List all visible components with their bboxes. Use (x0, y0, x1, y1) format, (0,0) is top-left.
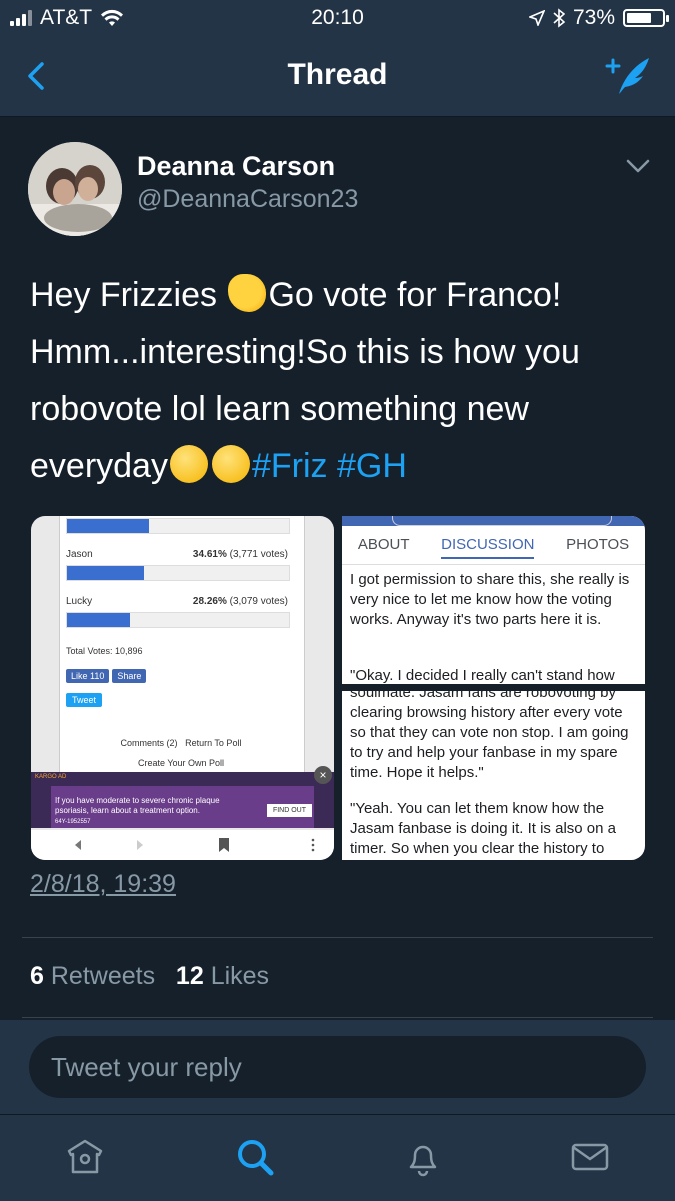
poll-row: Jason 34.61% (3,771 votes) (66, 549, 296, 581)
reply-input[interactable] (29, 1036, 646, 1098)
poll-option-name: Lucky (66, 596, 93, 607)
page-title: Thread (287, 58, 388, 91)
retweets-stat[interactable]: 6 Retweets (30, 962, 155, 990)
create-poll-link: Create Your Own Poll (137, 758, 225, 768)
tab-bar (0, 1114, 675, 1201)
facebook-share-button: Share (112, 669, 147, 683)
tweet-text: Hey Frizzies Go vote for Franco! Hmm...i… (30, 267, 650, 495)
fb-post-text-4: "Yeah. You can let them know how the Jas… (350, 800, 616, 857)
poll-row: Lucky 28.26% (3,079 votes) (66, 596, 296, 628)
avatar-image (28, 142, 122, 236)
hashtag-friz[interactable]: #Friz (252, 447, 328, 485)
poll-bar (66, 518, 290, 534)
facebook-like-button: Like 110 (66, 669, 110, 683)
poll-option-result: 28.26% (3,079 votes) (192, 596, 288, 607)
battery-icon (623, 9, 669, 27)
poll-option-name: Jason (66, 549, 93, 560)
poll-total: Total Votes: 10,896 (66, 646, 143, 656)
fb-tab-discussion: DISCUSSION (441, 536, 535, 559)
navigation-bar: Thread (0, 38, 675, 117)
home-icon[interactable] (63, 1135, 107, 1179)
tweet-stats: 6 Retweets 12 Likes (30, 962, 269, 991)
tweet-timestamp[interactable]: 2/8/18, 19:39 (30, 870, 176, 899)
tweet-image-discussion-top[interactable]: Search in Liason...the tr... ABOUT DISCU… (342, 516, 645, 684)
poll-bar (66, 565, 290, 581)
location-icon (528, 10, 545, 26)
smiling-face-emoji-icon (211, 445, 250, 483)
ad-brand: KARGO AD (35, 774, 67, 780)
author-name[interactable]: Deanna Carson (137, 151, 335, 182)
tweet-image-discussion-bottom[interactable]: soulmate. Jasam fans are robovoting by c… (342, 691, 645, 860)
avatar[interactable] (28, 142, 122, 236)
fb-post-text: I got permission to share this, she real… (350, 571, 630, 628)
status-bar: AT&T 20:10 73% (0, 0, 675, 38)
waving-hand-emoji-icon (228, 274, 267, 312)
poll-bar (66, 612, 290, 628)
smirking-face-emoji-icon (169, 445, 208, 483)
hashtag-gh[interactable]: #GH (337, 447, 407, 485)
caret-down-icon[interactable] (625, 157, 651, 175)
reply-bar (0, 1020, 675, 1114)
status-bar-right: 73% (528, 6, 669, 30)
battery-percent: 73% (572, 6, 615, 29)
social-buttons: Like 110 Share (66, 669, 296, 683)
messages-icon[interactable] (568, 1135, 612, 1179)
notifications-icon[interactable] (401, 1135, 445, 1179)
browser-toolbar-icons (75, 838, 315, 852)
poll-card: Jason 34.61% (3,771 votes) Lucky 28.26% … (59, 516, 305, 788)
fb-tabs: ABOUT DISCUSSION PHOTOS (342, 536, 645, 559)
ad-banner: KARGO AD If you have moderate to severe … (31, 766, 334, 828)
fb-post-text-cut: soulmate. Jasam fans are robovoting by (350, 691, 616, 701)
fb-tab-photos: PHOTOS (566, 536, 630, 553)
fb-tab-about: ABOUT (357, 536, 410, 553)
search-icon[interactable] (233, 1135, 277, 1179)
twitter-tweet-button: Tweet (66, 693, 103, 707)
ad-find-out-button: FIND OUT (266, 804, 312, 817)
close-icon: × (314, 766, 332, 784)
bluetooth-icon (553, 8, 565, 28)
browser-toolbar (31, 830, 334, 860)
fb-post-text-3: clearing browsing history after every vo… (350, 704, 629, 781)
compose-tweet-icon[interactable] (603, 52, 653, 98)
tweet-button-row: Tweet (66, 693, 296, 707)
ad-text: If you have moderate to severe chronic p… (55, 796, 220, 825)
poll-option-result: 34.61% (3,771 votes) (192, 549, 288, 560)
tweet-text-part1: Hey Frizzies (30, 276, 227, 314)
fb-search-bar: Search in Liason...the tr... (392, 516, 612, 526)
poll-links: Comments (2) Return To Poll (120, 738, 242, 748)
author-handle[interactable]: @DeannaCarson23 (137, 185, 358, 214)
fb-post-text-2: "Okay. I decided I really can't stand ho… (350, 667, 615, 684)
tweet-image-poll[interactable]: Jason 34.61% (3,771 votes) Lucky 28.26% … (31, 516, 334, 860)
divider (22, 937, 653, 938)
divider (22, 1017, 653, 1018)
likes-stat[interactable]: 12 Likes (176, 962, 269, 990)
